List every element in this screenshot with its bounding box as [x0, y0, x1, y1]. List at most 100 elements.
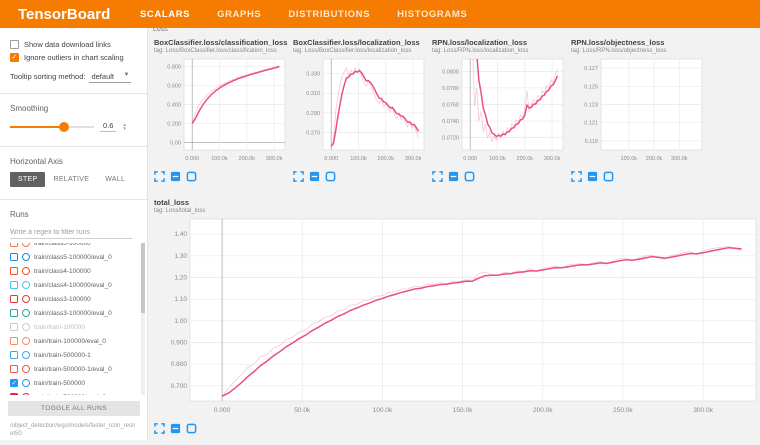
chart-type-toggle-icon[interactable]	[587, 171, 598, 182]
run-color-circle-icon	[22, 253, 30, 261]
line-chart[interactable]: 0.1270.1250.1230.1210.119100.0k200.0k300…	[571, 57, 705, 163]
fullscreen-icon[interactable]	[154, 171, 165, 182]
tooltip-sort-select[interactable]: default ▼	[89, 72, 131, 83]
fullscreen-icon[interactable]	[571, 171, 582, 182]
svg-text:100.0k: 100.0k	[211, 156, 228, 162]
smoothing-spinner[interactable]: ▲▼	[122, 123, 126, 131]
tab-graphs[interactable]: GRAPHS	[217, 9, 261, 20]
svg-text:0.800: 0.800	[171, 361, 188, 368]
svg-text:0.125: 0.125	[584, 84, 598, 90]
fit-domain-icon[interactable]	[186, 171, 197, 182]
smoothing-slider-thumb[interactable]	[59, 122, 69, 132]
run-checkbox[interactable]	[10, 365, 18, 373]
run-label: train/train-500000	[34, 380, 85, 387]
run-row[interactable]: train/train-500000-1	[0, 348, 147, 362]
run-label: train/train-100000	[34, 324, 85, 331]
axis-relative-button[interactable]: RELATIVE	[45, 172, 97, 187]
run-label: train/class5-100000/eval_0	[34, 254, 112, 261]
chart-type-toggle-icon[interactable]	[170, 423, 181, 434]
run-checkbox[interactable]	[10, 393, 18, 395]
run-checkbox[interactable]	[10, 323, 18, 331]
runs-filter-input[interactable]	[10, 227, 132, 239]
run-checkbox[interactable]	[10, 309, 18, 317]
run-row[interactable]: train/train-500000/eval_0	[0, 390, 147, 395]
axis-wall-button[interactable]: WALL	[97, 172, 133, 187]
run-row[interactable]: train/train-500000	[0, 376, 147, 390]
runs-scrollbar-thumb[interactable]	[141, 243, 145, 313]
svg-text:300.0k: 300.0k	[544, 156, 561, 162]
chart-footer	[293, 171, 429, 182]
category-header[interactable]: Loss	[149, 28, 760, 33]
tooltip-sort-label: Tooltip sorting method:	[10, 72, 85, 81]
chart-card-rpn-objectness-loss: RPN.loss/objectness_loss tag: Loss/RPN.l…	[571, 38, 707, 182]
run-row[interactable]: train/class4-100000/eval_0	[0, 278, 147, 292]
toggle-all-runs-button[interactable]: TOGGLE ALL RUNS	[8, 401, 140, 416]
run-label: train/class4-100000/eval_0	[34, 282, 112, 289]
svg-text:0.121: 0.121	[584, 121, 598, 127]
fit-domain-icon[interactable]	[186, 423, 197, 434]
smoothing-label: Smoothing	[0, 102, 147, 115]
chart-footer	[432, 171, 568, 182]
main-content: Loss BoxClassifier.loss/classification_l…	[149, 28, 760, 440]
chart-type-toggle-icon[interactable]	[309, 171, 320, 182]
axis-step-button[interactable]: STEP	[10, 172, 45, 187]
run-row[interactable]: train/class5-100000/eval_0	[0, 250, 147, 264]
run-row[interactable]: train/class3-100000	[0, 292, 147, 306]
run-checkbox[interactable]	[10, 351, 18, 359]
run-color-circle-icon	[22, 267, 30, 275]
svg-text:100.0k: 100.0k	[350, 156, 367, 162]
svg-text:100.0k: 100.0k	[489, 156, 506, 162]
line-chart[interactable]: 1.401.301.201.101.000.9000.8000.7000.000…	[154, 217, 760, 415]
run-checkbox[interactable]	[10, 295, 18, 303]
run-checkbox[interactable]	[10, 337, 18, 345]
smoothing-slider[interactable]	[10, 126, 94, 128]
chart-footer	[154, 423, 760, 434]
run-checkbox[interactable]	[10, 267, 18, 275]
svg-text:1.40: 1.40	[174, 231, 187, 238]
line-chart[interactable]: 0.3300.3100.2900.2700.000100.0k200.0k300…	[293, 57, 427, 163]
horizontal-axis-label: Horizontal Axis	[0, 155, 147, 168]
fullscreen-icon[interactable]	[293, 171, 304, 182]
fullscreen-icon[interactable]	[432, 171, 443, 182]
fit-domain-icon[interactable]	[325, 171, 336, 182]
run-color-circle-icon	[22, 281, 30, 289]
svg-text:300.0k: 300.0k	[266, 156, 283, 162]
runs-scrollbar[interactable]	[141, 243, 145, 395]
chart-type-toggle-icon[interactable]	[448, 171, 459, 182]
fit-domain-icon[interactable]	[464, 171, 475, 182]
run-checkbox[interactable]	[10, 243, 18, 247]
ignore-outliers-checkbox[interactable]	[10, 53, 19, 62]
svg-text:0.400: 0.400	[167, 103, 181, 109]
chart-card-rpn-localization-loss: RPN.loss/localization_loss tag: Loss/RPN…	[432, 38, 568, 182]
chart-card-classification-loss: BoxClassifier.loss/classification_loss t…	[154, 38, 290, 182]
smoothing-input[interactable]: 0.6	[100, 121, 116, 132]
svg-text:0.000: 0.000	[463, 156, 477, 162]
run-checkbox[interactable]	[10, 379, 18, 387]
fullscreen-icon[interactable]	[154, 423, 165, 434]
run-row[interactable]: train/class3-100000/eval_0	[0, 306, 147, 320]
tab-histograms[interactable]: HISTOGRAMS	[397, 9, 467, 20]
spinner-down-icon[interactable]: ▼	[122, 127, 126, 131]
run-checkbox[interactable]	[10, 281, 18, 289]
run-label: train/train-500000-1	[34, 352, 91, 359]
tooltip-sort-value: default	[91, 72, 114, 81]
line-chart[interactable]: 0.08000.07800.07600.07400.07200.000100.0…	[432, 57, 566, 163]
run-row[interactable]: train/class5-100000	[0, 243, 147, 250]
show-download-links-checkbox[interactable]	[10, 40, 19, 49]
run-row[interactable]: train/class4-100000	[0, 264, 147, 278]
ignore-outliers-label: Ignore outliers in chart scaling	[24, 53, 124, 62]
svg-text:0.800: 0.800	[167, 65, 181, 71]
svg-text:0.270: 0.270	[306, 130, 320, 136]
smoothing-slider-fill	[10, 126, 60, 128]
line-chart[interactable]: 0.8000.6000.4000.2000.000.000100.0k200.0…	[154, 57, 288, 163]
tab-distributions[interactable]: DISTRIBUTIONS	[288, 9, 370, 20]
svg-text:0.200: 0.200	[167, 121, 181, 127]
run-checkbox[interactable]	[10, 253, 18, 261]
run-row[interactable]: train/train-500000-1/eval_0	[0, 362, 147, 376]
chart-type-toggle-icon[interactable]	[170, 171, 181, 182]
svg-text:300.0k: 300.0k	[671, 156, 688, 162]
run-row[interactable]: train/train-100000	[0, 320, 147, 334]
tab-scalars[interactable]: SCALARS	[140, 9, 190, 20]
run-row[interactable]: train/train-100000/eval_0	[0, 334, 147, 348]
fit-domain-icon[interactable]	[603, 171, 614, 182]
